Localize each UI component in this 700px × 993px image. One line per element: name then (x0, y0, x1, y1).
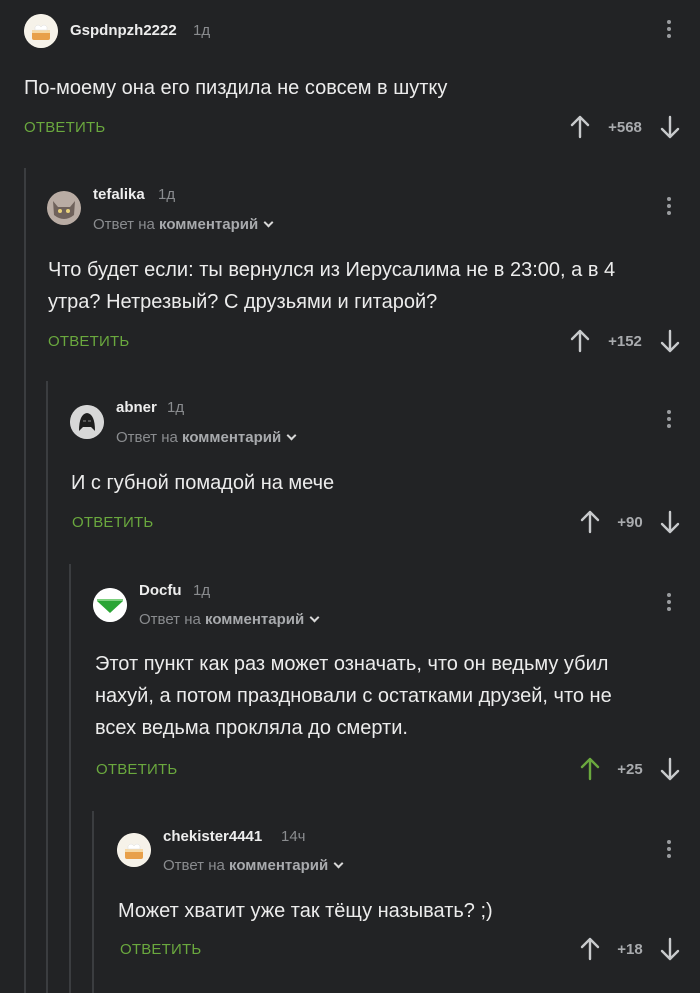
comment-text: И с губной помадой на мече (71, 472, 335, 494)
more-menu-icon[interactable] (667, 197, 671, 218)
reply-button[interactable]: ОТВЕТИТЬ (24, 119, 105, 136)
cake-icon (24, 14, 58, 48)
chevron-down-icon (286, 430, 297, 441)
reply-to-link[interactable]: Ответ на комментарий (139, 611, 320, 628)
comment-text: Этот пункт как раз может означать, что о… (95, 653, 612, 739)
comment: chekister4441 14ч Ответ на комментарий М… (0, 811, 700, 993)
reply-to-target: комментарий (159, 216, 259, 233)
upvote-arrow-icon[interactable] (570, 115, 590, 139)
comment: abner 1д Ответ на комментарий И с губной… (0, 381, 700, 564)
username[interactable]: chekister4441 (163, 828, 262, 845)
green-logo-icon (93, 588, 127, 622)
reply-to-link[interactable]: Ответ на комментарий (116, 429, 297, 446)
downvote-arrow-icon[interactable] (660, 329, 680, 353)
comment: Gspdnpzh2222 1д По-моему она его пиздила… (0, 0, 700, 168)
comment-text: По-моему она его пиздила не совсем в шут… (24, 77, 448, 99)
more-menu-icon[interactable] (667, 840, 671, 861)
vader-icon (70, 405, 104, 439)
downvote-arrow-icon[interactable] (660, 510, 680, 534)
reply-to-target: комментарий (205, 611, 305, 628)
chevron-down-icon (333, 858, 344, 869)
comment: tefalika 1д Ответ на комментарий Что буд… (0, 168, 700, 381)
username[interactable]: Gspdnpzh2222 (70, 22, 177, 39)
chevron-down-icon (309, 612, 320, 623)
timestamp: 14ч (281, 828, 306, 845)
timestamp: 1д (158, 186, 176, 203)
chevron-down-icon (263, 217, 274, 228)
reply-button[interactable]: ОТВЕТИТЬ (96, 761, 177, 778)
username[interactable]: Docfu (139, 582, 182, 599)
comment-text: Может хватит уже так тёщу называть? ;) (118, 900, 493, 922)
username[interactable]: tefalika (93, 186, 145, 203)
reply-to-prefix: Ответ на (116, 429, 178, 446)
reply-to-link[interactable]: Ответ на комментарий (93, 216, 274, 233)
upvote-arrow-icon[interactable] (570, 329, 590, 353)
rating-score: +568 (608, 119, 642, 136)
timestamp: 1д (167, 399, 185, 416)
user-avatar[interactable] (47, 191, 81, 225)
user-avatar[interactable] (24, 14, 58, 48)
reply-to-target: комментарий (229, 857, 329, 874)
rating-score: +18 (617, 941, 643, 958)
reply-to-target: комментарий (182, 429, 282, 446)
downvote-arrow-icon[interactable] (660, 757, 680, 781)
user-avatar[interactable] (70, 405, 104, 439)
cake-icon (117, 833, 151, 867)
downvote-arrow-icon[interactable] (660, 115, 680, 139)
reply-to-link[interactable]: Ответ на комментарий (163, 857, 344, 874)
upvote-arrow-icon[interactable] (580, 757, 600, 781)
reply-to-prefix: Ответ на (93, 216, 155, 233)
reply-button[interactable]: ОТВЕТИТЬ (120, 941, 201, 958)
comment-text: Что будет если: ты вернулся из Иерусалим… (48, 259, 616, 313)
reply-to-prefix: Ответ на (163, 857, 225, 874)
user-avatar[interactable] (117, 833, 151, 867)
rating-score: +152 (608, 333, 642, 350)
user-avatar[interactable] (93, 588, 127, 622)
upvote-arrow-icon[interactable] (580, 510, 600, 534)
cat-icon (47, 191, 81, 225)
reply-to-prefix: Ответ на (139, 611, 201, 628)
downvote-arrow-icon[interactable] (660, 937, 680, 961)
comment: Docfu 1д Ответ на комментарий Этот пункт… (0, 564, 700, 811)
more-menu-icon[interactable] (667, 410, 671, 431)
timestamp: 1д (193, 22, 211, 39)
rating-score: +25 (617, 761, 643, 778)
upvote-arrow-icon[interactable] (580, 937, 600, 961)
reply-button[interactable]: ОТВЕТИТЬ (72, 514, 153, 531)
timestamp: 1д (193, 582, 211, 599)
reply-button[interactable]: ОТВЕТИТЬ (48, 333, 129, 350)
username[interactable]: abner (116, 399, 157, 416)
more-menu-icon[interactable] (667, 593, 671, 614)
rating-score: +90 (617, 514, 643, 531)
more-menu-icon[interactable] (667, 20, 671, 41)
